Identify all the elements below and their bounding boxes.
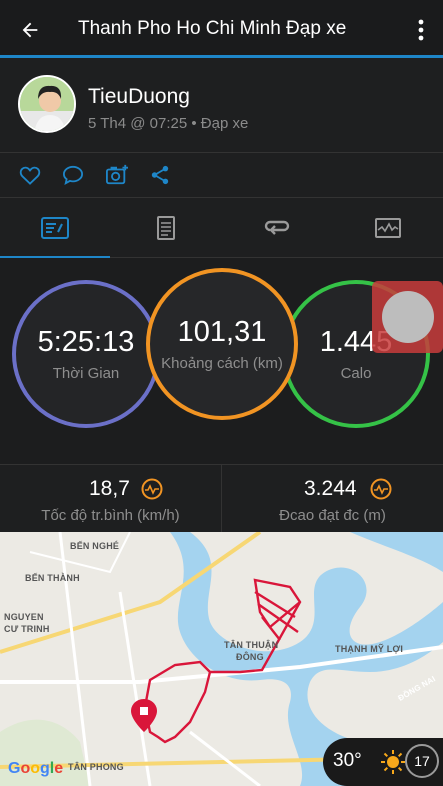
time-value: 5:25:13 xyxy=(37,326,135,358)
elevation-metric[interactable]: 3.244 Đcao đạt đc (m) xyxy=(222,465,443,533)
touch-indicator xyxy=(372,281,443,353)
map-label: THẠNH MỸ LỢI xyxy=(335,644,404,654)
map-label: BẾN THÀNH xyxy=(25,573,80,583)
route-map[interactable]: BẾN NGHÉ BẾN THÀNH NGUYEN CƯ TRINH TÂN T… xyxy=(0,532,443,786)
speed-pulse-icon xyxy=(141,478,163,500)
map-label: BẾN NGHÉ xyxy=(70,541,120,551)
wind-speed: 17 xyxy=(405,744,439,778)
distance-ring: 101,31 Khoảng cách (km) xyxy=(146,268,298,420)
elevation-value: 3.244 xyxy=(304,477,357,500)
distance-label: Khoảng cách (km) xyxy=(161,355,283,372)
map-label: TÂN THUẬN xyxy=(224,640,279,650)
elevation-label: Đcao đạt đc (m) xyxy=(279,507,386,524)
elevation-pulse-icon xyxy=(370,478,392,500)
tab-details[interactable] xyxy=(111,198,221,258)
map-label: NGUYEN xyxy=(4,612,44,622)
weather-badge[interactable]: 30° 17 xyxy=(323,738,443,786)
calories-label: Calo xyxy=(340,365,372,382)
app-header: Thanh Pho Ho Chi Minh Đạp xe xyxy=(0,0,443,58)
map-label: ĐÔNG xyxy=(236,652,264,662)
add-photo-icon[interactable] xyxy=(103,161,131,189)
google-logo: Google xyxy=(8,760,64,777)
document-icon xyxy=(157,216,175,240)
temperature: 30° xyxy=(333,750,362,771)
username[interactable]: TieuDuong xyxy=(88,85,190,109)
back-arrow-icon[interactable] xyxy=(12,12,48,48)
touch-dot xyxy=(382,291,434,343)
activity-tabs xyxy=(0,198,443,259)
sun-icon xyxy=(381,750,405,774)
tab-laps[interactable] xyxy=(222,198,332,258)
avg-speed-value: 18,7 xyxy=(89,477,130,500)
share-icon[interactable] xyxy=(146,161,174,189)
avg-speed-label: Tốc độ tr.bình (km/h) xyxy=(41,507,180,524)
time-ring: 5:25:13 Thời Gian xyxy=(12,280,160,428)
tab-chart[interactable] xyxy=(333,198,443,258)
secondary-metrics: 18,7 Tốc độ tr.bình (km/h) 3.244 Đcao đạ… xyxy=(0,464,443,533)
activity-owner: TieuDuong 5 Th4 @ 07:25 • Đạp xe xyxy=(0,61,443,153)
heart-icon[interactable] xyxy=(16,161,44,189)
stats-tab-icon xyxy=(41,217,69,239)
avg-speed-metric[interactable]: 18,7 Tốc độ tr.bình (km/h) xyxy=(0,465,221,533)
time-label: Thời Gian xyxy=(52,365,120,382)
comment-icon[interactable] xyxy=(59,161,87,189)
social-actions xyxy=(0,153,443,198)
more-vert-icon[interactable] xyxy=(407,12,435,48)
distance-value: 101,31 xyxy=(177,316,267,348)
tab-stats[interactable] xyxy=(0,198,110,259)
map-label: TÂN PHONG xyxy=(68,762,124,772)
page-title: Thanh Pho Ho Chi Minh Đạp xe xyxy=(78,18,347,39)
avatar[interactable] xyxy=(18,75,76,133)
map-label: CƯ TRINH xyxy=(4,624,50,634)
laps-icon xyxy=(264,220,290,235)
activity-date-type: 5 Th4 @ 07:25 • Đạp xe xyxy=(88,115,249,132)
chart-icon xyxy=(375,218,401,238)
